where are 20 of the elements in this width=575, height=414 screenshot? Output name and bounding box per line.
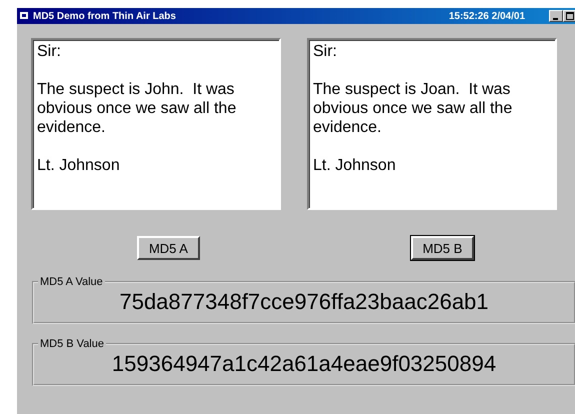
text-area[interactable]: Sir: The suspect is Joan. It was obvious once we saw all the evidence. Lt. Johnson — [307, 38, 557, 210]
hash-button[interactable]: MD5 B — [410, 236, 474, 260]
letter-paragraph: Sir: — [313, 42, 338, 61]
hash-value: 159364947a1c42a61a4eae9f03250894 — [110, 350, 498, 378]
letter-paragraph: Lt. Johnson — [37, 156, 121, 175]
app-icon — [19, 11, 29, 21]
maximize-icon — [566, 12, 574, 20]
group-label: MD5 B Value — [39, 338, 105, 350]
maximize-button[interactable] — [563, 10, 575, 22]
minimize-button[interactable] — [549, 10, 563, 22]
hash-button[interactable]: MD5 A — [136, 236, 200, 260]
group-label: MD5 A Value — [39, 276, 104, 288]
letter-paragraph: Sir: — [37, 42, 62, 61]
letter-paragraph: Lt. Johnson — [313, 156, 397, 175]
letter-paragraph: The suspect is Joan. It was obvious once we saw all the evidence. — [313, 80, 514, 137]
hash-value: 75da877348f7cce976ffa23baac26ab1 — [118, 288, 490, 316]
text-area[interactable]: Sir: The suspect is John. It was obvious once we saw all the evidence. Lt. Johnson — [31, 38, 281, 210]
letter-paragraph: The suspect is John. It was obvious once we saw all the evidence. — [37, 80, 238, 137]
clock-text: 15:52:26 2/04/01 — [448, 10, 525, 22]
window-title: MD5 Demo from Thin Air Labs — [33, 10, 176, 22]
